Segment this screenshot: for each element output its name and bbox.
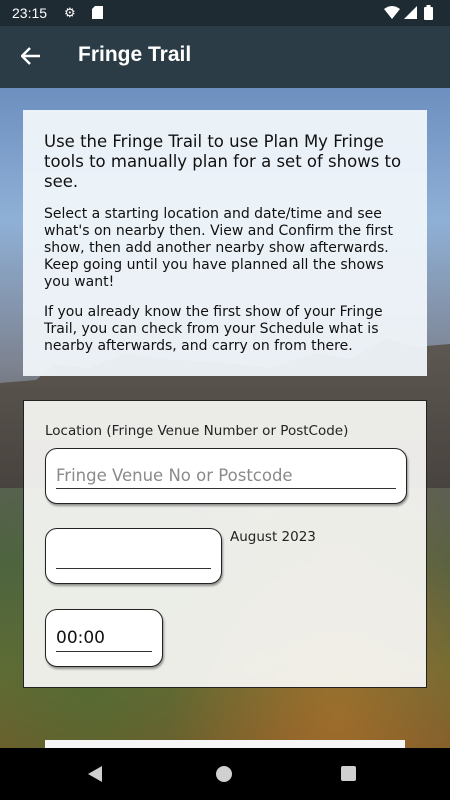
info-heading: Use the Fringe Trail to use Plan My Frin…	[44, 132, 402, 191]
location-placeholder: Fringe Venue No or Postcode	[56, 466, 293, 485]
nav-home-button[interactable]	[216, 766, 232, 782]
arrow-back-icon	[20, 43, 41, 71]
time-underline	[56, 651, 152, 652]
info-card: Use the Fringe Trail to use Plan My Frin…	[23, 110, 427, 376]
battery-icon	[424, 5, 433, 23]
time-value: 00:00	[56, 628, 105, 648]
month-label: August 2023	[230, 529, 316, 545]
next-card-partial	[45, 740, 405, 748]
time-input[interactable]: 00:00	[45, 609, 163, 667]
date-underline	[56, 568, 211, 569]
system-nav-bar	[0, 748, 450, 800]
signal-icon	[404, 6, 417, 22]
status-bar: 23:15 ⚙	[0, 0, 450, 26]
nav-back-button[interactable]	[88, 766, 102, 782]
info-paragraph-1: Select a starting location and date/time…	[44, 206, 393, 290]
location-underline	[56, 488, 396, 489]
wifi-icon	[384, 6, 400, 22]
info-paragraph-2: If you already know the first show of yo…	[44, 304, 383, 354]
app-bar: Fringe Trail	[0, 26, 450, 88]
nav-recents-button[interactable]	[341, 766, 356, 781]
page-title: Fringe Trail	[78, 43, 192, 66]
status-time: 23:15	[12, 5, 48, 21]
settings-icon: ⚙	[64, 5, 76, 20]
location-input[interactable]: Fringe Venue No or Postcode	[45, 448, 407, 504]
location-label: Location (Fringe Venue Number or PostCod…	[45, 423, 349, 439]
date-input[interactable]	[45, 528, 222, 584]
back-button[interactable]	[12, 38, 50, 76]
sd-card-icon	[92, 6, 103, 22]
trail-form: Location (Fringe Venue Number or PostCod…	[23, 400, 427, 688]
